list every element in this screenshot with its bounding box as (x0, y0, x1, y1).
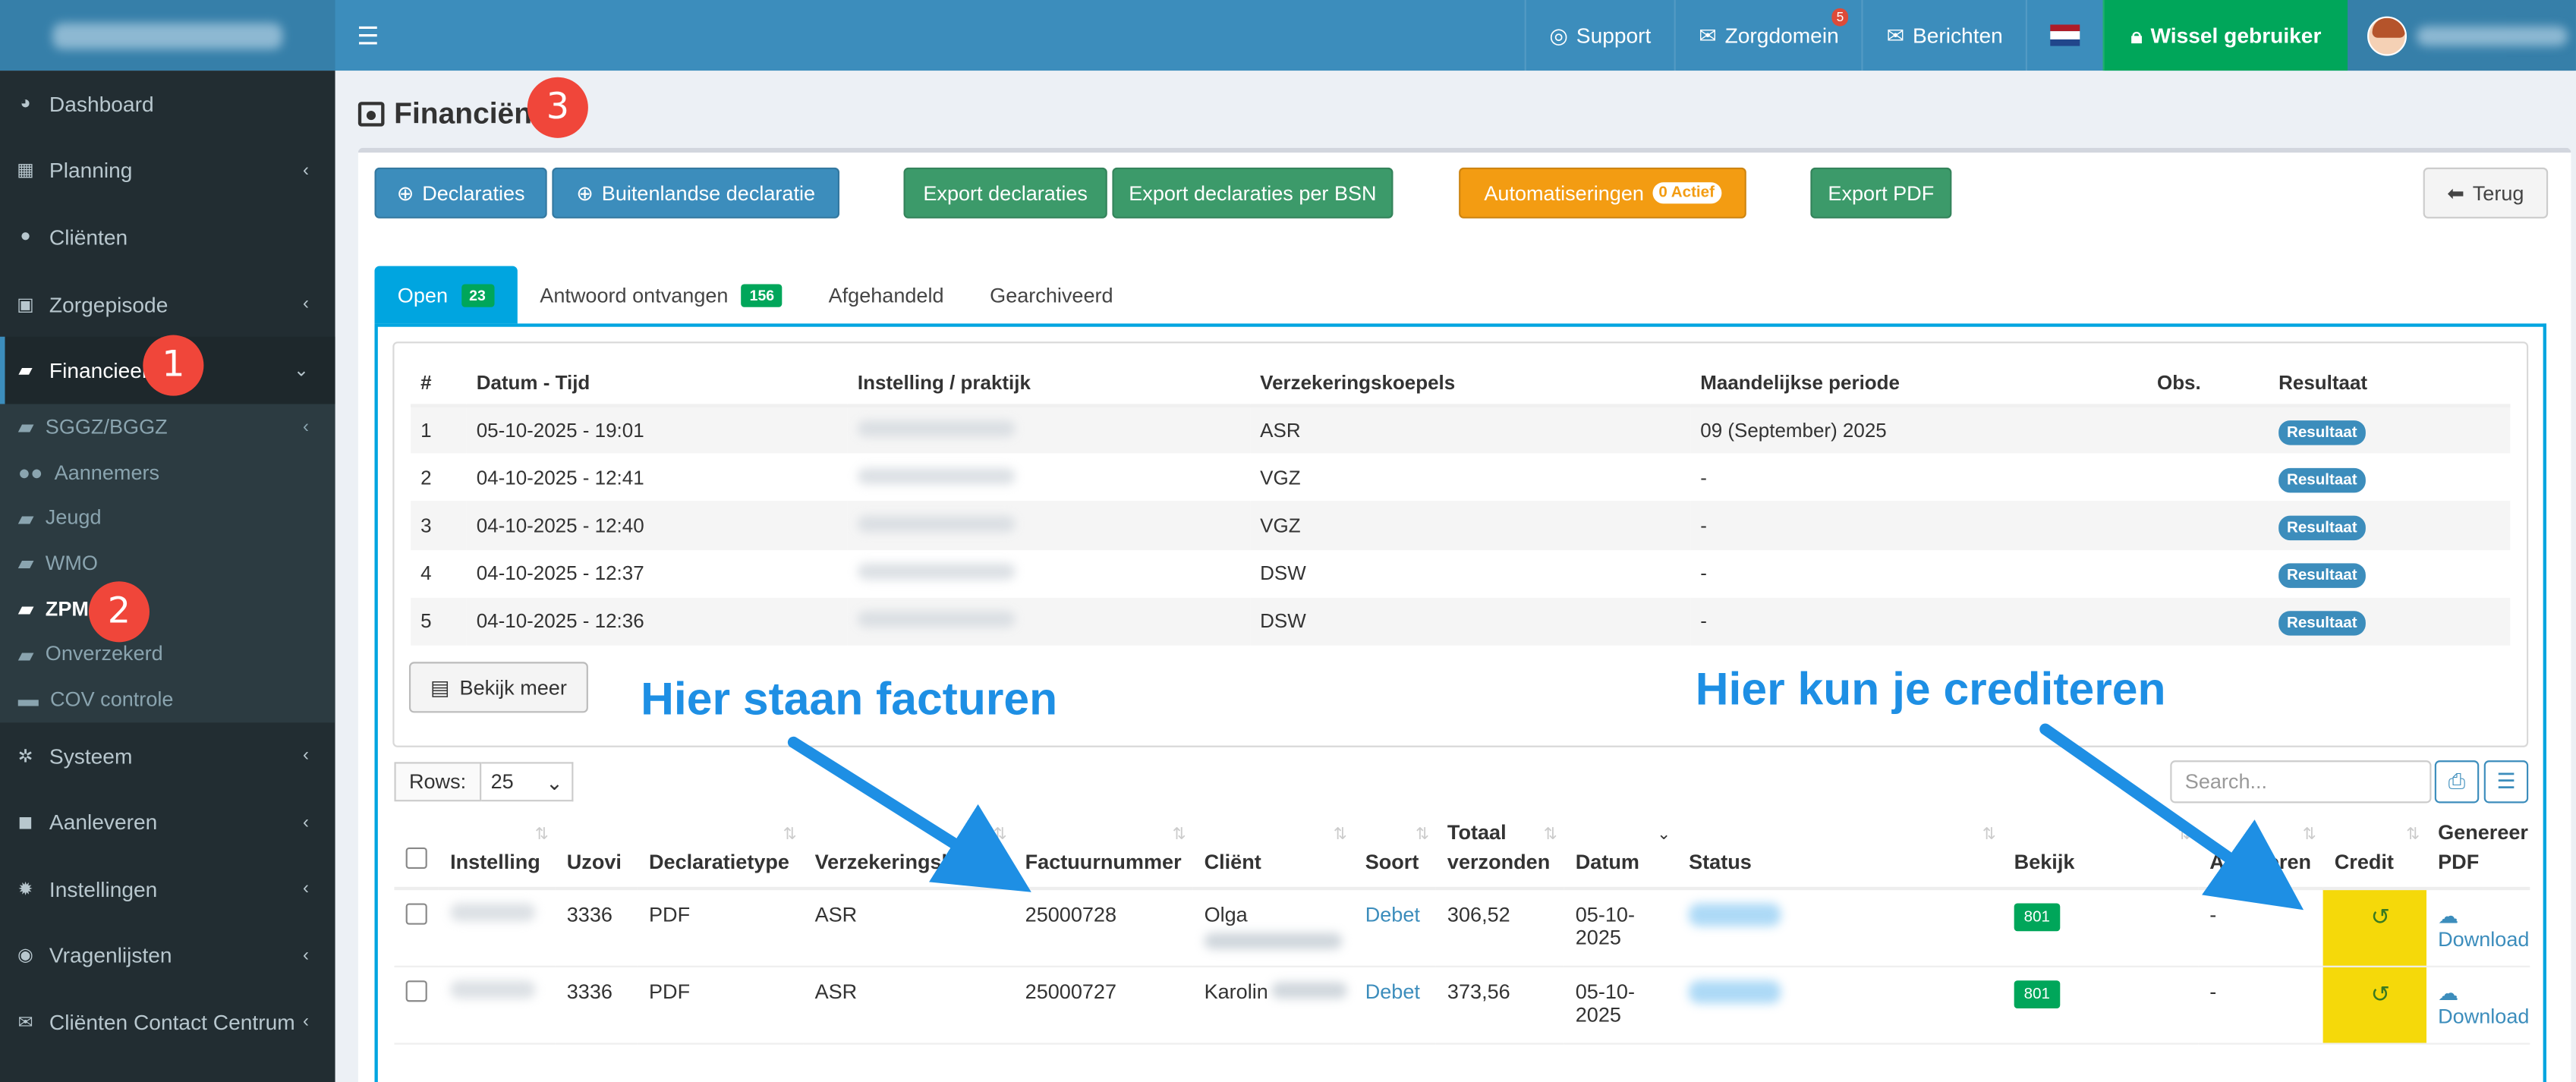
arrow-to-credit (2039, 723, 2304, 911)
annotation-arrows (787, 723, 2304, 911)
arrow-to-invoices (787, 736, 1031, 892)
app-window: ☰ ◎ Support ✉ Zorgdomein 5 ✉ Berichten 🔒︎ Wis… (0, 0, 2576, 1082)
